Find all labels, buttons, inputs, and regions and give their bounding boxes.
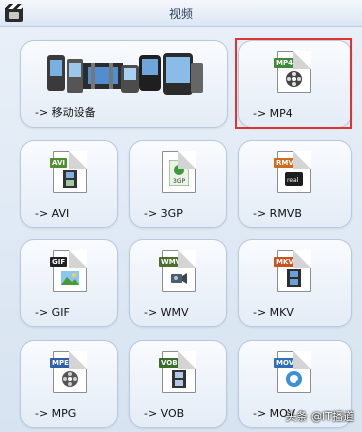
tile-label: -> WMV — [144, 306, 189, 319]
tile-rmvb[interactable]: RMVB real -> RMVB — [238, 140, 352, 228]
film-strip-icon — [172, 370, 186, 388]
film-strip-icon — [287, 269, 301, 287]
3gp-document-icon: 3GP — [169, 160, 189, 186]
tile-label: -> GIF — [35, 306, 70, 319]
tile-wmv[interactable]: WMV -> WMV — [129, 239, 227, 327]
tile-vob[interactable]: VOB -> VOB — [129, 340, 227, 428]
tile-3gp[interactable]: 3GP -> 3GP — [129, 140, 227, 228]
film-reel-icon — [62, 371, 78, 387]
svg-text:real: real — [287, 177, 299, 184]
mov-file-icon: MOV — [274, 351, 311, 393]
selection-highlight — [235, 38, 352, 129]
tile-label: -> RMVB — [253, 207, 302, 220]
tile-label: -> MPG — [35, 407, 77, 420]
gif-file-icon: GIF — [50, 250, 87, 292]
window-title: 视频 — [168, 7, 193, 21]
tile-label: -> MKV — [253, 306, 294, 319]
image-icon — [61, 271, 79, 285]
film-strip-icon — [63, 170, 77, 188]
3gp-file-icon: 3GP — [162, 151, 196, 193]
tile-label: -> VOB — [144, 407, 185, 420]
video-camera-icon — [171, 273, 187, 284]
tile-mpg[interactable]: MPEG -> MPG — [20, 340, 118, 428]
tile-mobile-devices[interactable]: -> 移动设备 — [20, 40, 228, 128]
real-media-icon: real — [285, 172, 303, 186]
quicktime-icon — [286, 371, 302, 387]
tile-label: -> 移动设备 — [35, 106, 96, 119]
rmvb-file-icon: RMVB real — [274, 151, 311, 193]
mobile-devices-icon — [47, 53, 203, 95]
tile-gif[interactable]: GIF -> GIF — [20, 239, 118, 327]
window-titlebar: 视频 — [0, 0, 362, 27]
vob-file-icon: VOB — [159, 351, 196, 393]
wmv-file-icon: WMV — [159, 250, 196, 292]
tile-mkv[interactable]: MKV -> MKV — [238, 239, 352, 327]
mkv-file-icon: MKV — [274, 250, 311, 292]
mpg-file-icon: MPEG — [50, 351, 87, 393]
tile-label: -> AVI — [35, 207, 70, 220]
tile-avi[interactable]: AVI -> AVI — [20, 140, 118, 228]
avi-file-icon: AVI — [50, 151, 87, 193]
watermark: 头条 @IT播道 — [285, 410, 354, 423]
svg-text:3GP: 3GP — [173, 178, 185, 185]
tile-label: -> 3GP — [144, 207, 183, 220]
